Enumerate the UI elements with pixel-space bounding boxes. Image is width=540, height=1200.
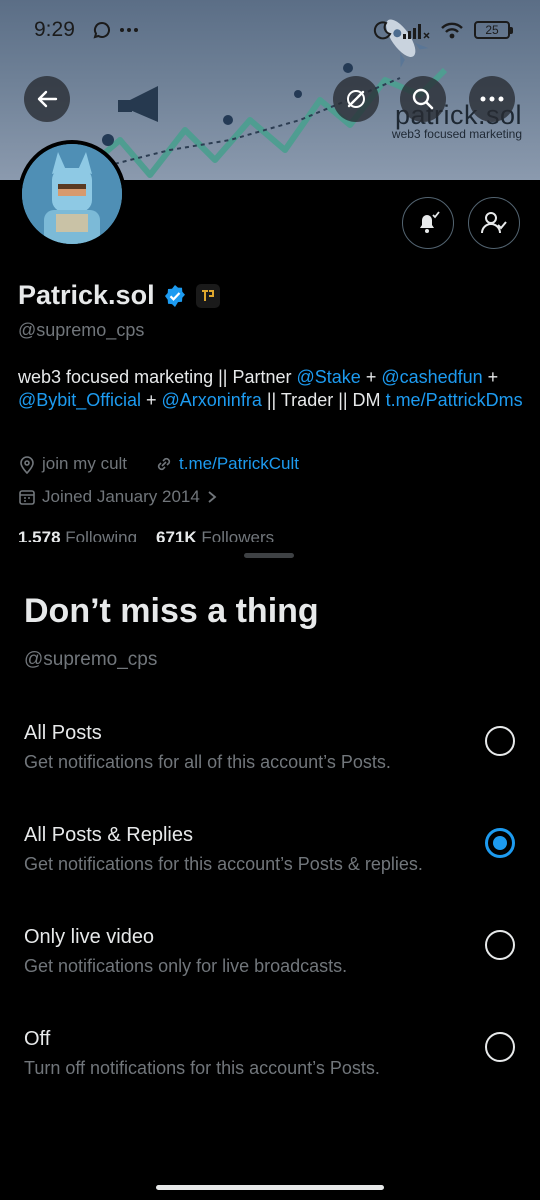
battery-indicator: 25 xyxy=(474,21,513,39)
bio-text: + xyxy=(141,390,162,410)
profile-location: join my cult xyxy=(42,454,128,473)
option-description: Get notifications for all of this accoun… xyxy=(24,752,391,772)
notifications-bottom-sheet: Don’t miss a thing @supremo_cps All Post… xyxy=(0,542,540,1200)
option-all-posts[interactable]: All Posts Get notifications for all of t… xyxy=(0,722,540,812)
status-time: 9:29 xyxy=(34,18,75,41)
option-off[interactable]: Off Turn off notifications for this acco… xyxy=(0,1028,540,1118)
link-icon xyxy=(157,457,171,471)
more-options-button[interactable] xyxy=(469,76,515,122)
verified-badge-icon[interactable] xyxy=(163,284,187,308)
do-not-disturb-moon-icon xyxy=(373,21,392,40)
bio-text: + xyxy=(360,367,382,387)
option-label: All Posts & Replies xyxy=(24,824,193,846)
notifications-bell-button[interactable] xyxy=(402,197,454,249)
bio-text: || Trader || DM xyxy=(261,390,386,410)
sheet-handle: @supremo_cps xyxy=(24,649,158,670)
bio-link[interactable]: @cashedfun xyxy=(381,367,482,387)
arrow-left-icon xyxy=(37,90,58,108)
signal-icon xyxy=(403,24,430,39)
profile-meta-row: join my cult t.me/PatrickCult xyxy=(18,454,299,474)
search-icon xyxy=(412,88,434,110)
bio-link[interactable]: @Stake xyxy=(297,367,361,387)
profile-joined-date: Joined January 2014 xyxy=(42,487,200,506)
option-description: Get notifications for this account’s Pos… xyxy=(24,854,423,874)
radio-button[interactable] xyxy=(485,726,515,756)
bio-text: web3 focused marketing || Partner xyxy=(18,367,297,387)
radio-button-selected[interactable] xyxy=(485,828,515,858)
back-button[interactable] xyxy=(24,76,70,122)
bio-link[interactable]: t.me/PattrickDms xyxy=(386,390,523,410)
profile-handle: @supremo_cps xyxy=(18,320,145,340)
calendar-icon xyxy=(19,490,35,505)
search-button[interactable] xyxy=(400,76,446,122)
ellipsis-icon xyxy=(480,96,504,102)
bio-link[interactable]: @Bybit_Official xyxy=(18,390,141,410)
bio-link[interactable]: @Arxoninfra xyxy=(162,390,262,410)
option-label: Only live video xyxy=(24,926,155,948)
option-description: Get notifications only for live broadcas… xyxy=(24,956,348,976)
battery-level: 25 xyxy=(485,23,499,37)
option-label: Off xyxy=(24,1028,51,1050)
chevron-right-icon[interactable] xyxy=(206,490,218,504)
option-label: All Posts xyxy=(24,722,102,744)
more-notifications-icon xyxy=(119,28,138,32)
home-indicator[interactable] xyxy=(156,1185,384,1190)
sheet-drag-handle[interactable] xyxy=(244,553,294,558)
display-name: Patrick.sol xyxy=(18,280,155,310)
profile-website-link[interactable]: t.me/PatrickCult xyxy=(179,454,299,474)
radio-button[interactable] xyxy=(485,1032,515,1062)
bell-check-icon xyxy=(420,211,440,233)
grok-button[interactable] xyxy=(333,76,379,122)
option-description: Turn off notifications for this account’… xyxy=(24,1058,380,1078)
person-check-icon xyxy=(481,212,507,234)
affiliate-badge-icon[interactable] xyxy=(195,283,221,309)
profile-joined-row: Joined January 2014 xyxy=(18,487,218,507)
avatar-image xyxy=(22,144,122,244)
profile-bio: web3 focused marketing || Partner @Stake… xyxy=(18,366,523,412)
option-all-posts-replies[interactable]: All Posts & Replies Get notifications fo… xyxy=(0,824,540,914)
wifi-icon xyxy=(441,22,463,39)
status-bar: 9:29 25 xyxy=(0,0,540,60)
chat-bubble-icon xyxy=(93,21,110,39)
sheet-title: Don’t miss a thing xyxy=(24,592,319,630)
radio-button[interactable] xyxy=(485,930,515,960)
following-button[interactable] xyxy=(468,197,520,249)
profile-avatar[interactable] xyxy=(18,140,126,248)
location-pin-icon xyxy=(20,456,34,474)
banner-brand-subtitle: web3 focused marketing xyxy=(391,127,522,141)
grok-icon xyxy=(347,90,365,108)
option-only-live-video[interactable]: Only live video Get notifications only f… xyxy=(0,926,540,1016)
profile-name-row: Patrick.sol xyxy=(18,280,221,311)
bio-text: + xyxy=(482,367,499,387)
